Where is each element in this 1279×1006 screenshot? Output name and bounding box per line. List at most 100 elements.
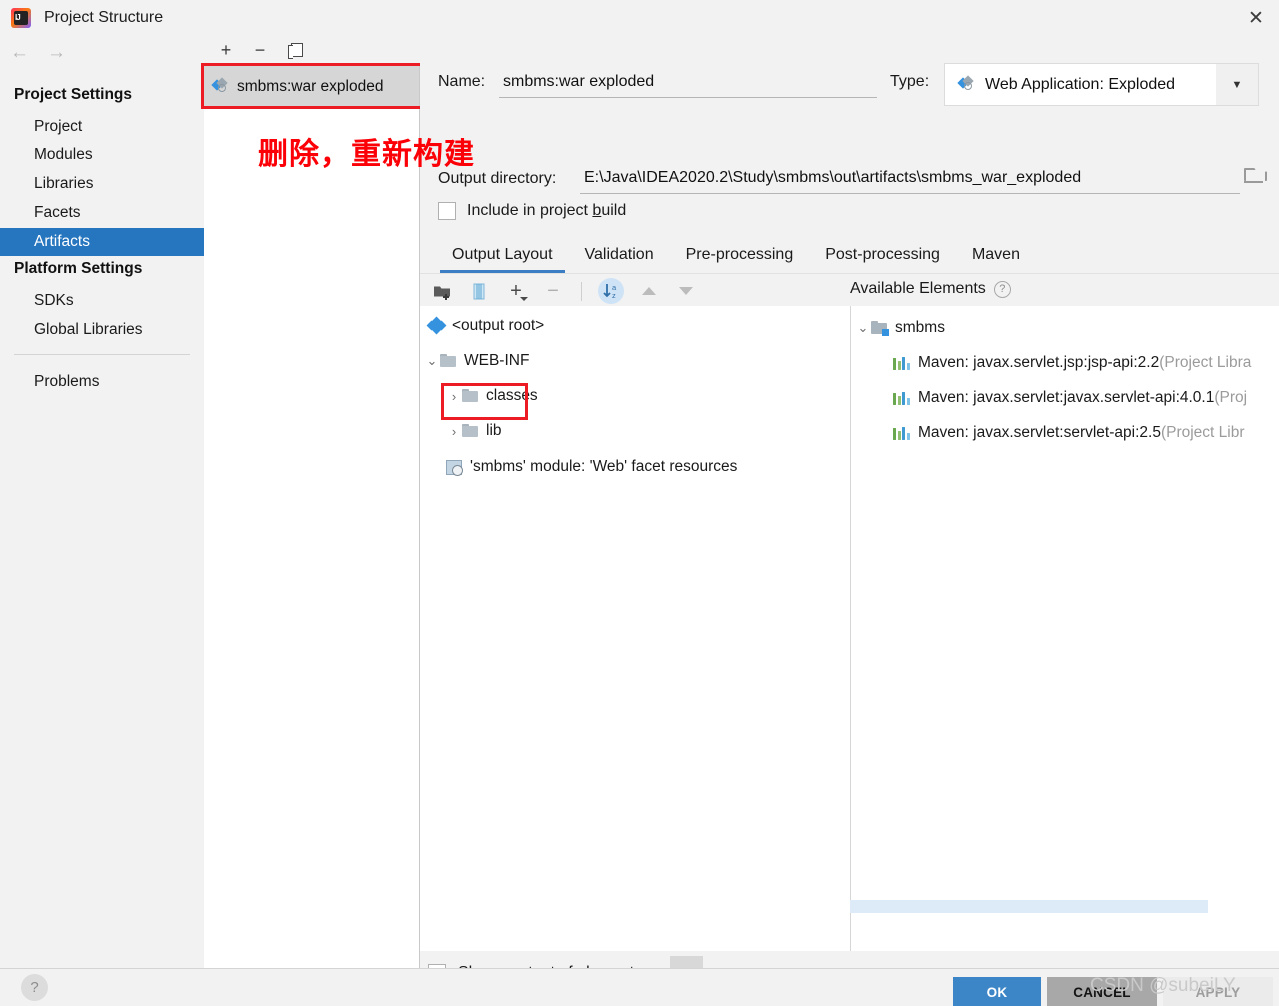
tree-item-suffix: (Proj xyxy=(1214,389,1247,407)
project-structure-dialog: Project Structure ✕ ← → Project Settings… xyxy=(0,0,1279,1006)
annotation-chinese-note: 删除，重新构建 xyxy=(258,129,475,173)
module-folder-icon xyxy=(871,321,888,335)
chevron-down-icon[interactable]: ▼ xyxy=(1216,64,1258,105)
sidebar-item-label: Facets xyxy=(34,204,81,222)
remove-artifact-button[interactable]: − xyxy=(250,40,270,60)
artifact-tabs: Output Layout Validation Pre-processing … xyxy=(420,234,1279,274)
watermark: CSDN @subeiLY xyxy=(1090,975,1236,997)
ok-button[interactable]: OK xyxy=(953,977,1041,1006)
artifact-type-value: Web Application: Exploded xyxy=(985,76,1175,94)
tab-pre-processing[interactable]: Pre-processing xyxy=(670,246,810,273)
help-icon[interactable]: ? xyxy=(994,281,1011,298)
tree-item-suffix: (Project Libr xyxy=(1161,424,1245,442)
tree-item-label: Maven: javax.servlet:javax.servlet-api:4… xyxy=(918,389,1214,407)
available-elements-header: Available Elements ? xyxy=(850,280,1011,298)
title-bar: Project Structure ✕ xyxy=(0,0,1279,36)
artifacts-list-panel: + − smbms:war exploded xyxy=(204,36,420,968)
tree-item-label: 'smbms' module: 'Web' facet resources xyxy=(470,458,737,476)
tree-row[interactable]: ⌄ smbms xyxy=(851,314,1279,342)
maven-library-icon xyxy=(893,391,911,405)
chevron-down-icon[interactable]: ⌄ xyxy=(424,353,440,369)
tree-item-label: lib xyxy=(486,422,502,440)
sidebar-item-sdks[interactable]: SDKs xyxy=(0,287,204,315)
close-icon[interactable]: ✕ xyxy=(1233,0,1279,36)
output-root-icon xyxy=(428,318,445,334)
archive-glyph xyxy=(473,283,485,300)
settings-sidebar: ← → Project Settings Project Modules Lib… xyxy=(0,36,204,968)
tree-item-label: WEB-INF xyxy=(464,352,529,370)
tree-row[interactable]: <output root> xyxy=(420,312,850,340)
tree-row[interactable]: 'smbms' module: 'Web' facet resources xyxy=(420,453,850,481)
dialog-footer: ? OK CANCEL APPLY xyxy=(0,968,1279,1006)
folder-icon xyxy=(462,389,479,403)
sidebar-divider xyxy=(14,354,190,355)
sidebar-item-label: Modules xyxy=(34,146,93,164)
artifact-list-item[interactable]: smbms:war exploded xyxy=(204,66,419,108)
output-directory-row: Output directory: xyxy=(420,161,1279,199)
chevron-right-icon[interactable]: › xyxy=(446,424,462,439)
add-dropdown-icon[interactable]: + xyxy=(504,279,528,303)
sidebar-item-project[interactable]: Project xyxy=(0,113,204,141)
tree-row[interactable]: Maven: javax.servlet.jsp:jsp-api:2.2 (Pr… xyxy=(851,349,1279,377)
sort-alphabetically-icon[interactable]: a z xyxy=(598,278,624,304)
output-directory-input[interactable] xyxy=(580,163,1240,194)
copy-icon xyxy=(288,43,301,57)
sidebar-item-label: Libraries xyxy=(34,175,93,193)
available-elements-title: Available Elements xyxy=(850,280,986,298)
name-type-row: Name: Type: Web Application: Exploded ▼ xyxy=(420,63,1279,103)
intellij-idea-icon xyxy=(11,8,31,28)
sidebar-section-project-settings: Project Settings xyxy=(14,86,132,104)
chevron-down-icon[interactable]: ⌄ xyxy=(855,320,871,336)
add-artifact-button[interactable]: + xyxy=(216,40,236,60)
sidebar-item-artifacts[interactable]: Artifacts xyxy=(0,228,204,256)
maven-library-icon xyxy=(893,356,911,370)
tab-maven[interactable]: Maven xyxy=(956,246,1036,273)
web-application-artifact-icon xyxy=(213,79,230,95)
include-in-build-row[interactable]: Include in project build xyxy=(438,202,626,220)
new-directory-icon[interactable] xyxy=(430,279,454,303)
horizontal-scrollbar[interactable] xyxy=(850,900,1208,913)
sidebar-item-label: Global Libraries xyxy=(34,321,143,339)
tree-item-label: Maven: javax.servlet:servlet-api:2.5 xyxy=(918,424,1161,442)
remove-icon[interactable]: − xyxy=(541,279,565,303)
new-archive-icon[interactable] xyxy=(467,279,491,303)
back-arrow-icon[interactable]: ← xyxy=(10,43,29,62)
forward-arrow-icon[interactable]: → xyxy=(47,43,66,62)
sort-az-glyph: a z xyxy=(602,282,621,300)
browse-folder-button[interactable] xyxy=(1244,167,1268,189)
tab-post-processing[interactable]: Post-processing xyxy=(809,246,956,273)
sidebar-item-label: Project xyxy=(34,118,82,136)
tab-validation[interactable]: Validation xyxy=(569,246,670,273)
artifact-name-input[interactable] xyxy=(499,67,877,98)
move-up-icon[interactable] xyxy=(637,279,661,303)
tree-row[interactable]: ⌄ WEB-INF xyxy=(420,347,850,375)
tree-item-label: <output root> xyxy=(452,317,544,335)
copy-artifact-button[interactable] xyxy=(284,40,304,60)
available-elements-tree: ⌄ smbms Maven: javax.servlet.jsp:jsp-api… xyxy=(850,306,1279,951)
tree-row[interactable]: Maven: javax.servlet:servlet-api:2.5 (Pr… xyxy=(851,419,1279,447)
maven-library-icon xyxy=(893,426,911,440)
include-in-build-label: Include in project build xyxy=(467,202,626,220)
window-title: Project Structure xyxy=(44,9,163,27)
new-directory-glyph xyxy=(433,283,452,300)
tab-output-layout[interactable]: Output Layout xyxy=(436,246,569,273)
name-label: Name: xyxy=(438,73,485,91)
tree-row[interactable]: Maven: javax.servlet:javax.servlet-api:4… xyxy=(851,384,1279,412)
toolbar-divider xyxy=(581,282,582,301)
sidebar-item-problems[interactable]: Problems xyxy=(0,368,204,396)
tree-row[interactable]: › lib xyxy=(420,417,850,445)
sidebar-item-facets[interactable]: Facets xyxy=(0,199,204,227)
tree-item-suffix: (Project Libra xyxy=(1159,354,1251,372)
tree-item-label: smbms xyxy=(895,319,945,337)
artifact-details-panel: Name: Type: Web Application: Exploded ▼ … xyxy=(420,36,1279,968)
move-down-icon[interactable] xyxy=(674,279,698,303)
help-icon[interactable]: ? xyxy=(21,974,48,1001)
tree-row[interactable]: › classes xyxy=(420,382,850,410)
artifact-type-dropdown[interactable]: Web Application: Exploded ▼ xyxy=(944,63,1259,106)
include-in-build-checkbox[interactable] xyxy=(438,202,456,220)
chevron-right-icon[interactable]: › xyxy=(446,389,462,404)
sidebar-item-modules[interactable]: Modules xyxy=(0,141,204,169)
sidebar-section-platform-settings: Platform Settings xyxy=(14,260,142,278)
sidebar-item-libraries[interactable]: Libraries xyxy=(0,170,204,198)
sidebar-item-global-libraries[interactable]: Global Libraries xyxy=(0,316,204,344)
